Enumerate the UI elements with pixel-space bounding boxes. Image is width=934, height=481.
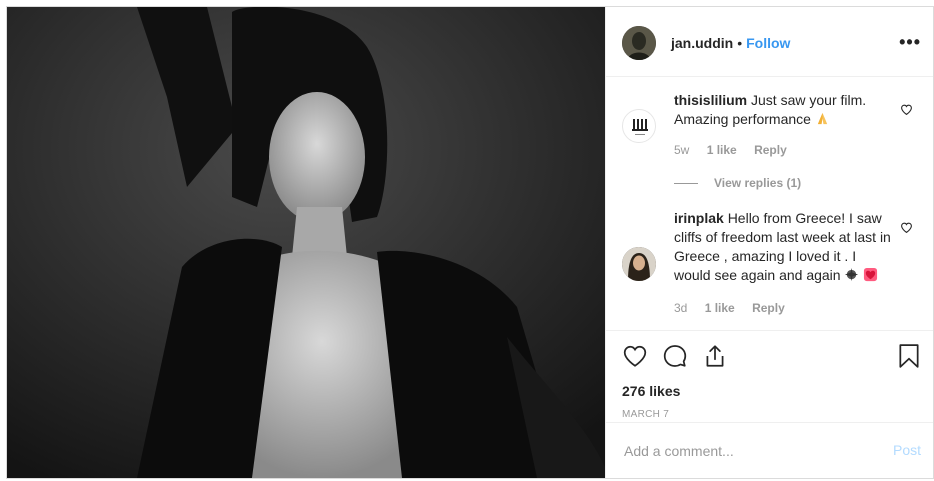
separator-dot: •: [737, 35, 743, 51]
post-header: jan.uddin • Follow •••: [606, 7, 933, 77]
post-date[interactable]: MARCH 7: [622, 409, 669, 420]
follow-button[interactable]: Follow: [746, 35, 790, 51]
comment-like-heart-icon[interactable]: [900, 103, 913, 116]
lilium-logo-icon: [632, 119, 648, 135]
sparkle-emoji: [845, 267, 859, 282]
author-avatar[interactable]: [622, 26, 656, 60]
comment-icon[interactable]: [662, 343, 688, 369]
reply-button[interactable]: Reply: [754, 143, 787, 157]
photo-image: [7, 7, 605, 478]
comment-body: thisislilium Just saw your film. Amazing…: [674, 91, 893, 129]
bookmark-icon[interactable]: [897, 343, 921, 369]
heart-emoji: [864, 267, 878, 282]
view-replies-button[interactable]: View replies (1): [674, 176, 801, 190]
comment-username[interactable]: thisislilium: [674, 92, 747, 108]
comment-likes[interactable]: 1 like: [705, 301, 735, 315]
comment-body: irinplak Hello from Greece! I saw cliffs…: [674, 209, 893, 285]
comment-meta: 3d 1 like Reply: [674, 301, 799, 315]
commenter-avatar-image: [622, 247, 656, 281]
post-sidebar: jan.uddin • Follow ••• thisislilium Just…: [605, 7, 933, 478]
more-options-icon[interactable]: •••: [899, 32, 921, 53]
comment-time[interactable]: 3d: [674, 301, 687, 315]
comment-like-heart-icon[interactable]: [900, 221, 913, 234]
commenter-avatar[interactable]: [622, 247, 656, 281]
comment-username[interactable]: irinplak: [674, 210, 724, 226]
author-username[interactable]: jan.uddin: [671, 35, 733, 51]
comment-likes[interactable]: 1 like: [707, 143, 737, 157]
author-line: jan.uddin • Follow: [671, 35, 790, 51]
likes-count[interactable]: 276 likes: [622, 383, 680, 399]
comment-item: irinplak Hello from Greece! I saw cliffs…: [622, 209, 917, 319]
comments-list: thisislilium Just saw your film. Amazing…: [606, 77, 933, 330]
instagram-post: jan.uddin • Follow ••• thisislilium Just…: [6, 6, 934, 479]
commenter-avatar[interactable]: [622, 109, 656, 143]
comment-meta: 5w 1 like Reply: [674, 143, 801, 157]
share-icon[interactable]: [702, 343, 728, 369]
folded-hands-emoji: [817, 112, 828, 125]
heart-icon[interactable]: [622, 343, 648, 369]
post-photo[interactable]: [7, 7, 605, 478]
comment-item: thisislilium Just saw your film. Amazing…: [622, 91, 917, 191]
add-comment-input[interactable]: [622, 437, 876, 465]
post-comment-button[interactable]: Post: [893, 442, 921, 458]
view-replies-label: View replies (1): [714, 176, 802, 190]
reply-button[interactable]: Reply: [752, 301, 785, 315]
add-comment-bar: Post: [606, 422, 933, 478]
comment-time[interactable]: 5w: [674, 143, 689, 157]
replies-divider: [674, 183, 698, 185]
author-avatar-image: [622, 26, 656, 60]
